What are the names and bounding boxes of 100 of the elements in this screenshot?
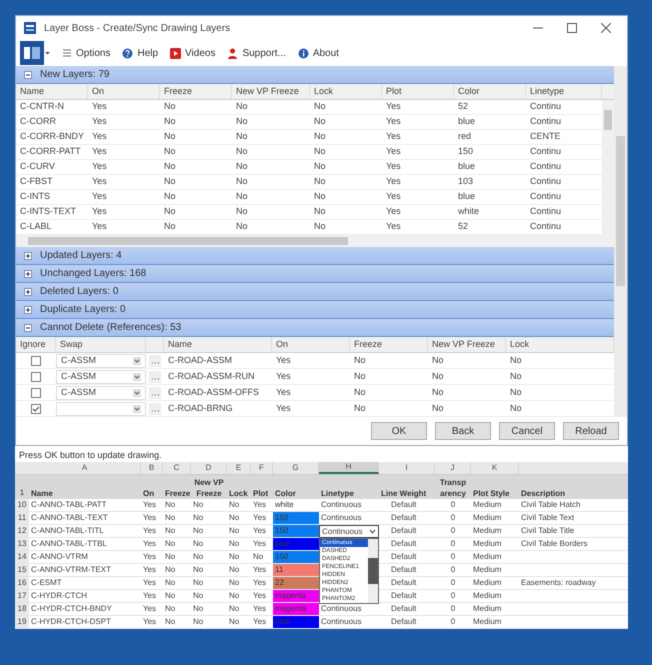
swap-dropdown[interactable]: C-ASSM bbox=[56, 354, 146, 368]
table-cell-text: Yes bbox=[142, 551, 158, 563]
maximize-icon[interactable] bbox=[567, 23, 577, 33]
column-header: Transp arency bbox=[438, 477, 468, 499]
toolbar-button[interactable]: Videos bbox=[170, 46, 216, 60]
column-letter[interactable]: J bbox=[435, 462, 471, 474]
table-cell-text: Yes bbox=[142, 525, 158, 537]
checkbox[interactable] bbox=[31, 404, 41, 414]
table-cell-text: No bbox=[192, 538, 204, 550]
checkbox[interactable] bbox=[31, 372, 41, 382]
color-cell: 11 bbox=[273, 564, 319, 576]
column-letter[interactable]: F bbox=[251, 462, 273, 474]
swap-dropdown[interactable]: C-ASSM bbox=[56, 370, 146, 384]
checkbox[interactable] bbox=[31, 356, 41, 366]
table-cell-text: No bbox=[164, 551, 176, 563]
table-cell-text: No bbox=[164, 512, 176, 524]
expand-icon[interactable] bbox=[24, 288, 32, 296]
column-header[interactable]: New VP Freeze bbox=[232, 84, 310, 99]
table-cell-text: No bbox=[252, 551, 264, 563]
table-cell-text: No bbox=[313, 115, 327, 128]
horizontal-scrollbar[interactable] bbox=[16, 235, 614, 247]
toolbar-button[interactable]: Options bbox=[62, 46, 110, 60]
collapse-icon[interactable] bbox=[24, 70, 32, 78]
column-letter[interactable]: B bbox=[141, 462, 163, 474]
toolbar-button[interactable]: Support... bbox=[227, 46, 286, 60]
column-header[interactable]: Freeze bbox=[160, 84, 232, 99]
table-cell-text: No bbox=[235, 100, 249, 114]
checkbox[interactable] bbox=[31, 388, 41, 398]
table-cell-text: No bbox=[163, 220, 177, 234]
swap-dropdown[interactable]: C-ASSM bbox=[56, 386, 146, 400]
table-cell-text: Yes bbox=[252, 499, 268, 511]
linetype-dropdown[interactable]: Continuous bbox=[319, 525, 379, 538]
table-cell-text: Medium bbox=[472, 616, 502, 628]
column-header[interactable]: Lock bbox=[310, 84, 382, 99]
column-letter[interactable]: E bbox=[227, 462, 251, 474]
column-header[interactable]: On bbox=[272, 337, 350, 352]
table-cell-text: Medium bbox=[472, 577, 502, 589]
column-letter[interactable]: H bbox=[319, 462, 379, 474]
table-cell-text: Yes bbox=[252, 512, 268, 524]
dialog-button[interactable]: Reload bbox=[563, 422, 619, 440]
column-header[interactable]: Ignore bbox=[16, 337, 56, 352]
row-number: 18 bbox=[15, 603, 29, 615]
column-header[interactable]: Linetype bbox=[526, 84, 602, 99]
column-header[interactable]: Color bbox=[454, 84, 526, 99]
column-header[interactable]: Swap bbox=[56, 337, 146, 352]
column-header[interactable]: Name bbox=[164, 337, 272, 352]
column-header[interactable]: Plot bbox=[382, 84, 454, 99]
section-header[interactable]: Deleted Layers: 0 bbox=[16, 283, 614, 301]
dialog-button[interactable]: Back bbox=[435, 422, 491, 440]
table-cell-text: C-ANNO-TABL-TTBL bbox=[30, 538, 108, 550]
scrollbar[interactable] bbox=[368, 539, 378, 603]
toolbar-button[interactable]: About bbox=[298, 46, 339, 60]
table-cell-text: CENTE bbox=[529, 130, 562, 144]
toolbar-button[interactable]: Help bbox=[122, 46, 158, 60]
section-header[interactable]: Cannot Delete (References): 53 bbox=[16, 319, 614, 337]
table-cell-text: No bbox=[235, 145, 249, 158]
table-cell-text: No bbox=[235, 205, 249, 218]
table-cell-text: Yes bbox=[91, 115, 108, 128]
table-cell-text: C-ESMT bbox=[30, 577, 63, 589]
expand-icon[interactable] bbox=[24, 270, 32, 278]
column-header[interactable]: Name bbox=[16, 84, 88, 99]
collapse-icon[interactable] bbox=[24, 324, 32, 332]
table-cell-text: No bbox=[353, 354, 367, 367]
column-header[interactable]: New VP Freeze bbox=[428, 337, 506, 352]
column-letter[interactable]: D bbox=[191, 462, 227, 474]
scrollbar[interactable] bbox=[614, 66, 627, 417]
window-title: Layer Boss - Create/Sync Drawing Layers bbox=[44, 22, 232, 36]
table-cell-text: No bbox=[228, 616, 240, 628]
column-letter[interactable]: I bbox=[379, 462, 435, 474]
table-cell-text: No bbox=[228, 538, 240, 550]
section-header[interactable]: Updated Layers: 4 bbox=[16, 247, 614, 265]
scrollbar[interactable] bbox=[602, 100, 614, 235]
table-cell-text: Default bbox=[390, 499, 418, 511]
section-header[interactable]: New Layers: 79 bbox=[16, 66, 614, 84]
column-header[interactable]: Freeze bbox=[350, 337, 428, 352]
expand-icon[interactable] bbox=[24, 252, 32, 260]
close-icon[interactable] bbox=[601, 23, 611, 33]
section-header[interactable]: Duplicate Layers: 0 bbox=[16, 301, 614, 319]
table-cell-text: 150 bbox=[457, 145, 474, 158]
column-letter[interactable]: C bbox=[163, 462, 191, 474]
table-cell-text: 0 bbox=[450, 577, 456, 589]
dialog-button[interactable]: Cancel bbox=[499, 422, 555, 440]
column-header[interactable]: On bbox=[88, 84, 160, 99]
table-cell-text: No bbox=[313, 175, 327, 188]
table-cell-text: C-ROAD-ASSM-RUN bbox=[167, 370, 256, 383]
dialog-button[interactable]: OK bbox=[371, 422, 427, 440]
row-number: 13 bbox=[15, 538, 29, 550]
table-cell-text: C-ROAD-BRNG bbox=[167, 402, 234, 415]
row-number: 1 bbox=[18, 487, 26, 499]
table-cell-text: 0 bbox=[450, 603, 456, 615]
table-cell-text: No bbox=[163, 175, 177, 188]
expand-icon[interactable] bbox=[24, 306, 32, 314]
section-header[interactable]: Unchanged Layers: 168 bbox=[16, 265, 614, 283]
table-cell-text: No bbox=[431, 354, 445, 367]
table-cell-text: C-CNTR-N bbox=[19, 100, 65, 114]
table-cell-text: No bbox=[192, 551, 204, 563]
logo-icon[interactable] bbox=[20, 41, 50, 65]
table-cell-text: No bbox=[235, 115, 249, 128]
column-letter[interactable]: K bbox=[471, 462, 519, 474]
column-letter[interactable]: A bbox=[29, 462, 141, 474]
